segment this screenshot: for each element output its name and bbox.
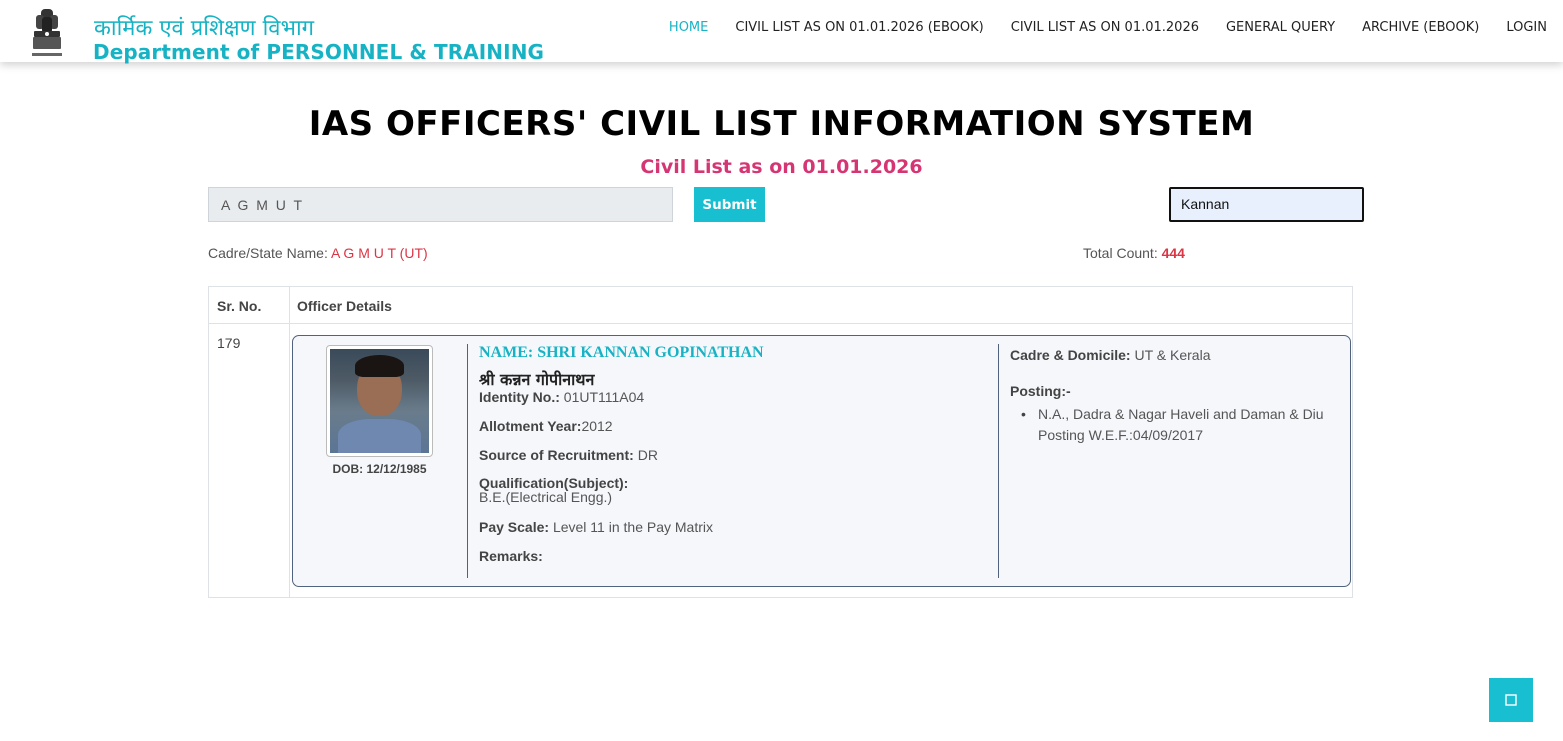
nav-civil-list-ebook[interactable]: CIVIL LIST AS ON 01.01.2026 (EBOOK) bbox=[735, 20, 983, 35]
search-input[interactable]: Kannan bbox=[1169, 187, 1364, 222]
officer-card: DOB: 12/12/1985 NAME: SHRI KANNAN GOPINA… bbox=[292, 335, 1351, 587]
photo-hair bbox=[355, 355, 404, 377]
officer-table: Sr. No. Officer Details 179 DOB: 12/12/1… bbox=[208, 286, 1353, 598]
officer-dob: DOB: 12/12/1985 bbox=[332, 462, 427, 476]
national-emblem-icon[interactable] bbox=[28, 5, 66, 61]
source-value: DR bbox=[633, 447, 658, 463]
payscale-label: Pay Scale: bbox=[479, 519, 550, 535]
remarks-label: Remarks: bbox=[479, 548, 543, 564]
qualification-value: B.E.(Electrical Engg.) bbox=[479, 489, 613, 505]
row-sr-no: 179 bbox=[217, 335, 241, 351]
page-subtitle: Civil List as on 01.01.2026 bbox=[640, 156, 923, 178]
cadre-domicile-field: Cadre & Domicile: UT & Kerala bbox=[1010, 347, 1210, 363]
payscale-value: Level 11 in the Pay Matrix bbox=[549, 519, 713, 535]
officer-name-english: NAME: SHRI KANNAN GOPINATHAN bbox=[479, 344, 764, 361]
nav-general-query[interactable]: GENERAL QUERY bbox=[1226, 20, 1335, 35]
cadre-value: A G M U T (UT) bbox=[330, 245, 428, 261]
posting-label-field: Posting:- bbox=[1010, 383, 1071, 399]
header-sr-no: Sr. No. bbox=[217, 298, 262, 314]
header-officer-details: Officer Details bbox=[297, 298, 392, 314]
source-field: Source of Recruitment: DR bbox=[479, 447, 658, 463]
card-divider-right bbox=[998, 344, 999, 578]
officer-name-hindi: श्री कन्नन गोपीनाथन bbox=[479, 370, 595, 389]
brand-english[interactable]: Department of PERSONNEL & TRAINING bbox=[93, 40, 544, 64]
brand-hindi[interactable]: कार्मिक एवं प्रशिक्षण विभाग bbox=[94, 12, 314, 42]
nav-home[interactable]: HOME bbox=[669, 20, 708, 35]
cadre-label: Cadre/State Name: bbox=[208, 245, 331, 261]
cadre-select[interactable]: A G M U T bbox=[208, 187, 673, 222]
count-label: Total Count: bbox=[1083, 245, 1162, 261]
identity-value: 01UT111A04 bbox=[559, 389, 645, 405]
qualification-label: Qualification(Subject): bbox=[479, 475, 629, 491]
source-label: Source of Recruitment: bbox=[479, 447, 634, 463]
posting-item: N.A., Dadra & Nagar Haveli and Daman & D… bbox=[1020, 404, 1340, 446]
column-divider bbox=[289, 287, 290, 597]
card-divider-left bbox=[467, 344, 468, 578]
officer-photo-image bbox=[330, 349, 429, 453]
identity-label: Identity No.: bbox=[479, 389, 560, 405]
photo-shirt bbox=[338, 419, 421, 453]
remarks-field: Remarks: bbox=[479, 548, 543, 564]
arrow-up-icon bbox=[1505, 694, 1517, 706]
nav-civil-list[interactable]: CIVIL LIST AS ON 01.01.2026 bbox=[1011, 20, 1199, 35]
cadre-state-line: Cadre/State Name: A G M U T (UT) bbox=[208, 245, 428, 261]
allotment-field: Allotment Year:2012 bbox=[479, 418, 613, 434]
scroll-top-button[interactable] bbox=[1489, 678, 1533, 722]
posting-list: N.A., Dadra & Nagar Haveli and Daman & D… bbox=[1020, 404, 1340, 446]
posting-line1: N.A., Dadra & Nagar Haveli and Daman & D… bbox=[1038, 406, 1324, 422]
nav-login[interactable]: LOGIN bbox=[1506, 20, 1547, 35]
payscale-field: Pay Scale: Level 11 in the Pay Matrix bbox=[479, 519, 713, 535]
nav-archive-ebook[interactable]: ARCHIVE (EBOOK) bbox=[1362, 20, 1479, 35]
page-title: IAS OFFICERS' CIVIL LIST INFORMATION SYS… bbox=[308, 104, 1255, 144]
main-nav: HOME CIVIL LIST AS ON 01.01.2026 (EBOOK)… bbox=[642, 20, 1547, 35]
total-count-line: Total Count: 444 bbox=[1083, 245, 1185, 261]
identity-field: Identity No.: 01UT111A04 bbox=[479, 389, 644, 405]
cadre-domicile-label: Cadre & Domicile: bbox=[1010, 347, 1131, 363]
allotment-label: Allotment Year: bbox=[479, 418, 582, 434]
posting-line2: Posting W.E.F.:04/09/2017 bbox=[1038, 427, 1203, 443]
officer-photo bbox=[326, 345, 433, 457]
qualification-field: Qualification(Subject): B.E.(Electrical … bbox=[479, 476, 628, 504]
posting-label: Posting:- bbox=[1010, 383, 1071, 399]
count-value: 444 bbox=[1161, 245, 1185, 261]
allotment-value: 2012 bbox=[581, 418, 613, 434]
cadre-domicile-value: UT & Kerala bbox=[1130, 347, 1211, 363]
site-header: कार्मिक एवं प्रशिक्षण विभाग Department o… bbox=[0, 0, 1563, 64]
submit-button[interactable]: Submit bbox=[694, 187, 765, 222]
